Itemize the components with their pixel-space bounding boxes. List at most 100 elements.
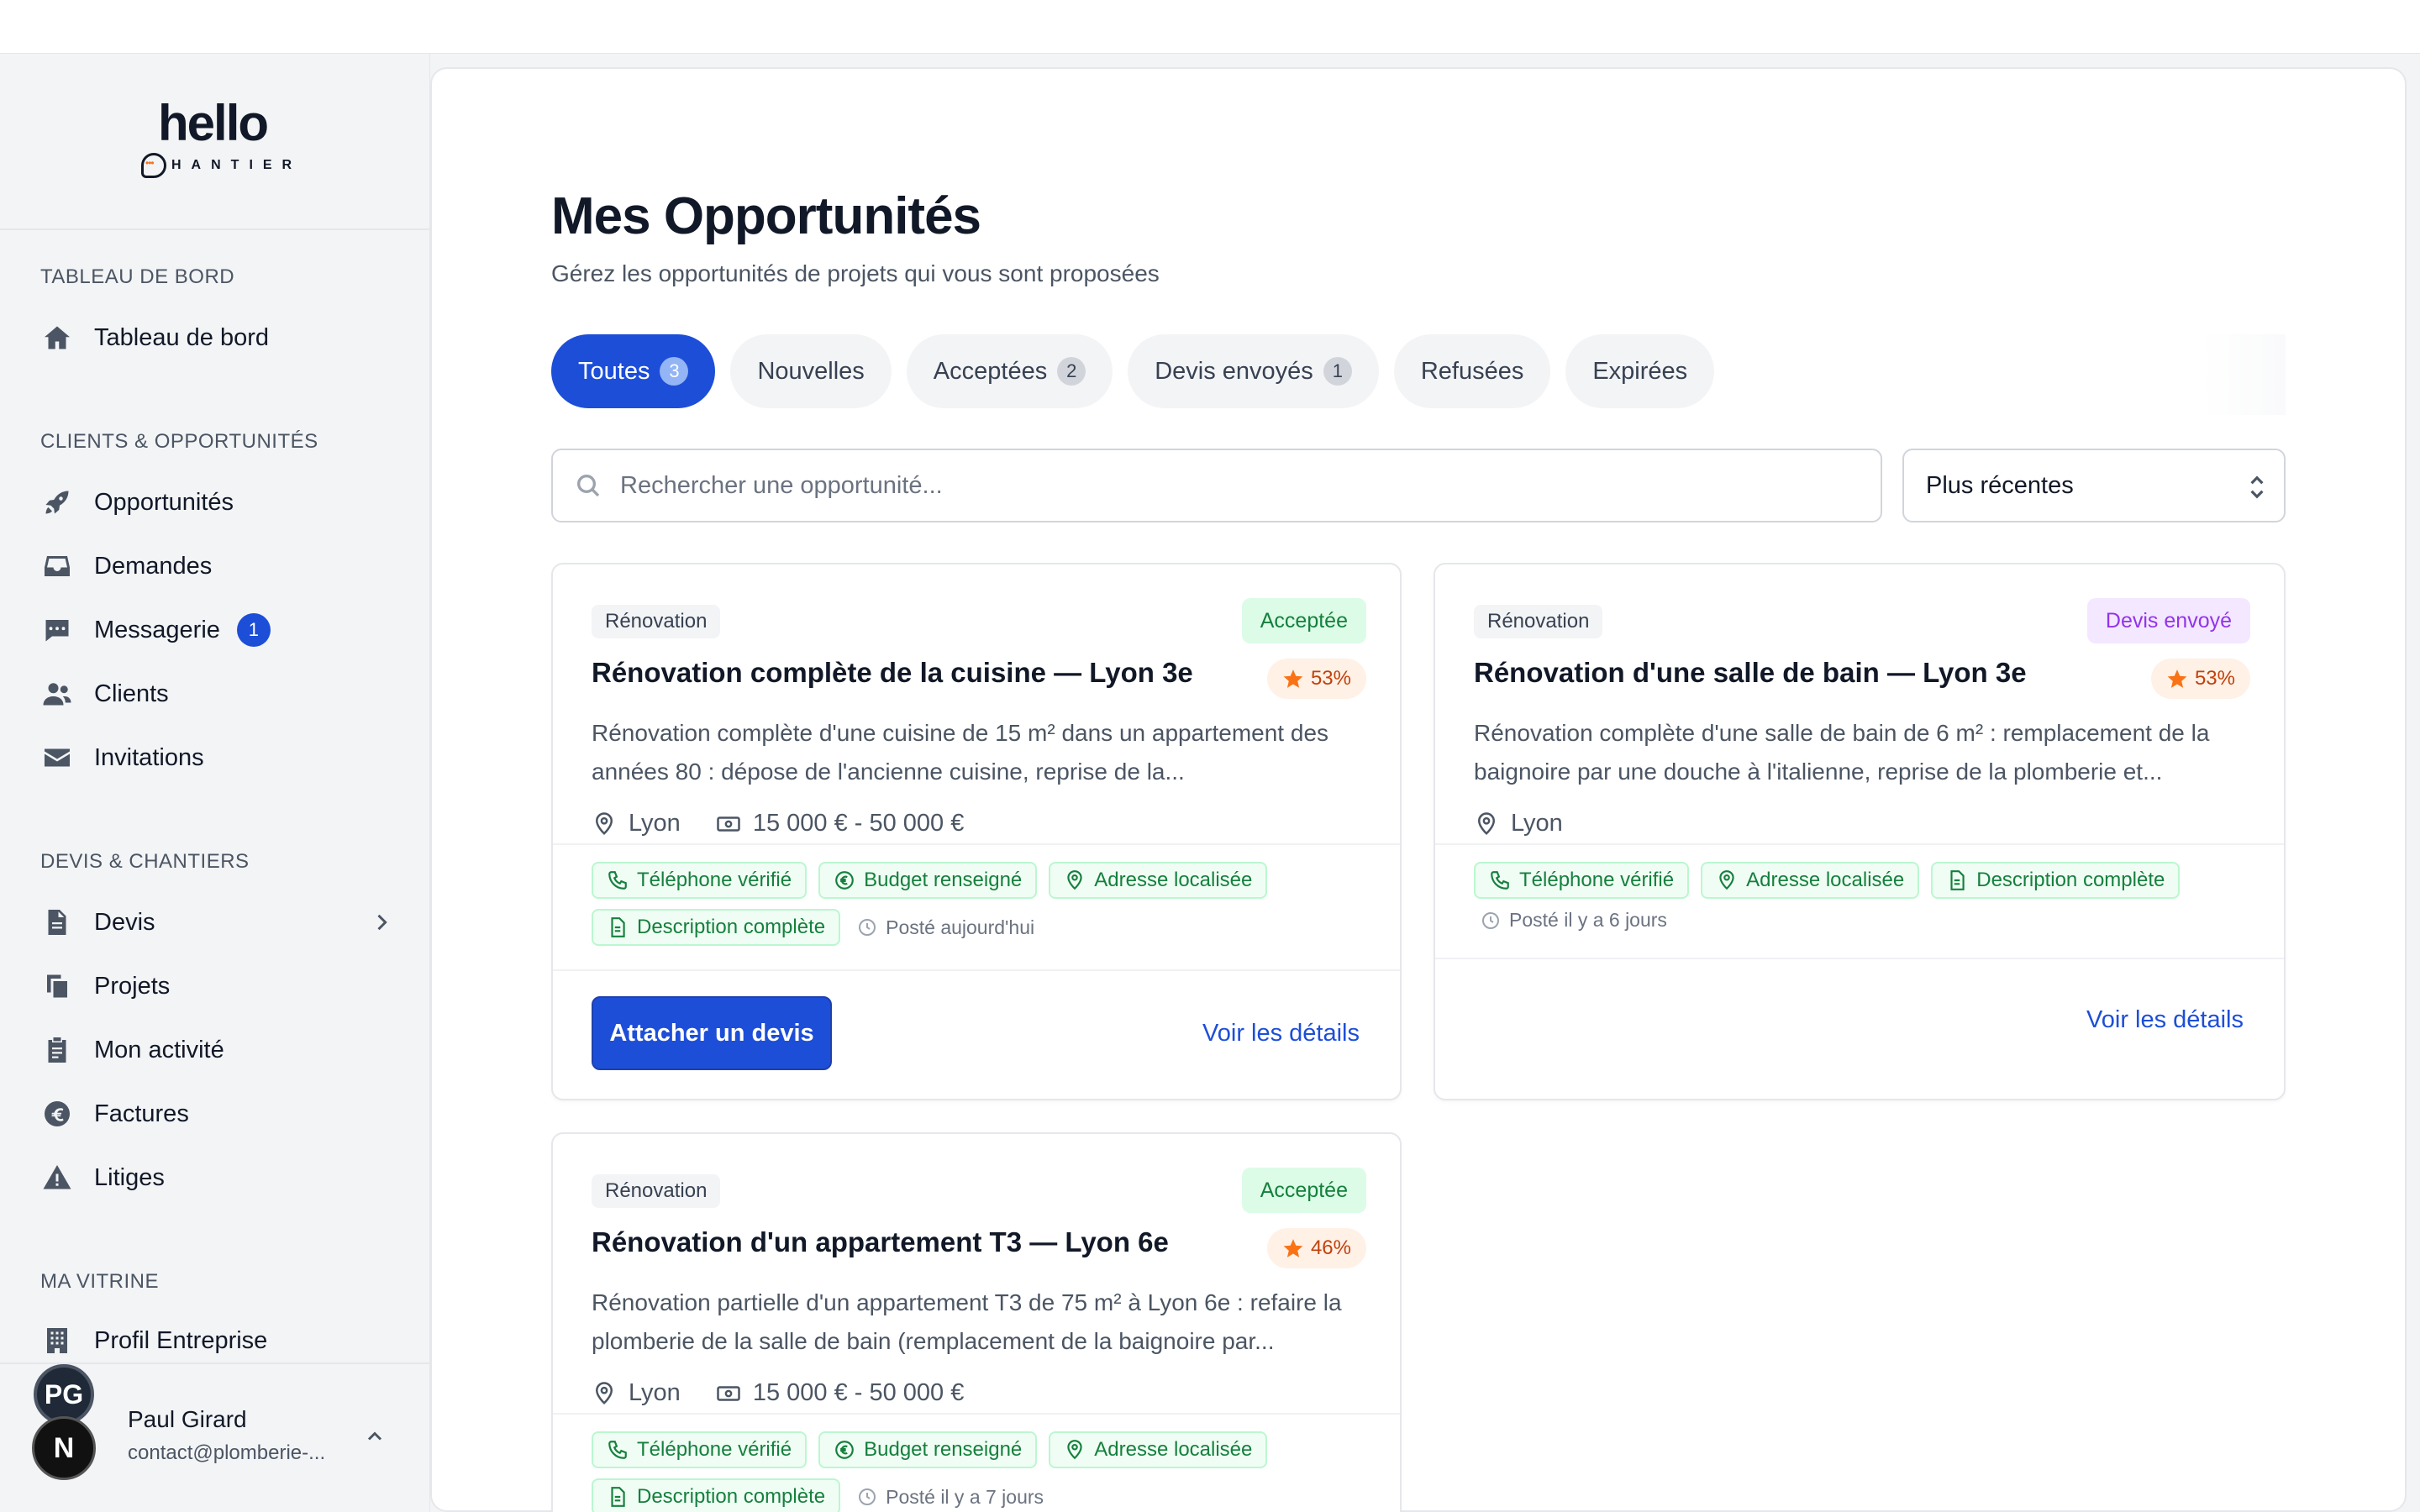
verification-chips: Téléphone vérifié Adresse localisée Desc… — [1474, 862, 2230, 932]
verification-chips: Téléphone vérifié Budget renseigné Adres… — [592, 1431, 1348, 1512]
sidebar-item-label: Mon activité — [94, 1036, 224, 1063]
tab-new[interactable]: Nouvelles — [730, 334, 892, 408]
card-description: Rénovation complète d'une salle de bain … — [1474, 720, 2210, 785]
clock-icon — [859, 919, 876, 936]
status-badge: Acceptée — [1241, 598, 1366, 643]
warning-icon — [40, 1161, 74, 1194]
category-tag: Rénovation — [592, 1174, 721, 1208]
sidebar-item-label: Invitations — [94, 743, 204, 771]
file-text-icon — [1950, 870, 1965, 890]
star-icon — [2167, 669, 2187, 688]
chat-icon — [40, 613, 74, 647]
euro-icon — [40, 1097, 74, 1131]
chip-description: Description complète — [592, 1478, 841, 1512]
sidebar-item-dashboard[interactable]: Tableau de bord — [40, 314, 393, 361]
chip-description: Description complète — [1931, 862, 2181, 899]
tab-expired[interactable]: Expirées — [1565, 334, 1715, 408]
chevron-up-down-icon — [2250, 475, 2264, 499]
sidebar-item-company-profile[interactable]: Profil Entreprise — [40, 1317, 393, 1364]
map-pin-icon — [1477, 811, 1496, 835]
match-score: 53% — [1266, 659, 1366, 699]
sidebar-item-disputes[interactable]: Litiges — [40, 1154, 393, 1201]
sort-select[interactable]: Plus récentes — [1902, 449, 2286, 522]
sidebar-item-invoices[interactable]: Factures — [40, 1090, 393, 1137]
opportunity-card[interactable]: Rénovation Devis envoyé Rénovation d'une… — [1434, 563, 2286, 1100]
card-budget: 15 000 € - 50 000 € — [752, 810, 965, 837]
euro-circle-icon — [835, 1441, 854, 1459]
sidebar-item-label: Messagerie — [94, 616, 220, 643]
sidebar-item-requests[interactable]: Demandes — [40, 543, 393, 590]
tab-quotes-sent[interactable]: Devis envoyés 1 — [1128, 334, 1379, 408]
framework-dev-badge[interactable]: N — [32, 1416, 96, 1480]
chip-address: Adresse localisée — [1049, 1431, 1268, 1468]
sidebar-item-quotes[interactable]: Devis — [40, 899, 393, 946]
clipboard-icon — [40, 1033, 74, 1067]
chip-budget: Budget renseigné — [818, 1431, 1038, 1468]
chip-address: Adresse localisée — [1701, 862, 1920, 899]
star-icon — [1283, 1239, 1303, 1257]
posted-time: Posté il y a 7 jours — [857, 1486, 1044, 1509]
posted-time: Posté aujourd'hui — [857, 916, 1034, 939]
card-title[interactable]: Rénovation d'un appartement T3 — Lyon 6e — [592, 1226, 1169, 1258]
copy-icon — [40, 969, 74, 1003]
chip-description: Description complète — [592, 909, 841, 946]
file-icon — [40, 906, 74, 939]
sidebar-item-opportunities[interactable]: Opportunités — [40, 479, 393, 526]
card-meta: Lyon 15 000 € - 50 000 € — [592, 810, 964, 837]
euro-circle-icon — [835, 871, 854, 890]
search-box[interactable] — [551, 449, 1882, 522]
card-budget: 15 000 € - 50 000 € — [752, 1379, 965, 1406]
tab-accepted[interactable]: Acceptées 2 — [906, 334, 1113, 408]
brand-logo[interactable]: hello HANTIER — [134, 94, 302, 178]
attach-quote-button[interactable]: Attacher un devis — [592, 996, 832, 1070]
sidebar-item-clients[interactable]: Clients — [40, 670, 393, 717]
chip-phone-verified: Téléphone vérifié — [592, 862, 808, 899]
verification-chips: Téléphone vérifié Budget renseigné Adres… — [592, 862, 1348, 946]
phone-icon — [608, 871, 627, 890]
inbox-icon — [40, 549, 74, 583]
chevron-up-icon[interactable] — [363, 1425, 387, 1448]
card-city: Lyon — [629, 1379, 681, 1406]
sidebar-item-projects[interactable]: Projets — [40, 963, 393, 1010]
map-pin-icon — [595, 811, 613, 835]
home-icon — [40, 321, 74, 354]
card-description: Rénovation partielle d'un appartement T3… — [592, 1289, 1342, 1354]
card-title[interactable]: Rénovation d'une salle de bain — Lyon 3e — [1474, 657, 2027, 689]
sidebar-item-messages[interactable]: Messagerie 1 — [40, 606, 393, 654]
chip-address: Adresse localisée — [1049, 862, 1268, 899]
tab-count: 1 — [1323, 357, 1352, 386]
opportunity-card[interactable]: Rénovation Acceptée Rénovation d'un appa… — [551, 1132, 1402, 1512]
sidebar-item-label: Devis — [94, 908, 155, 936]
clock-icon — [859, 1488, 876, 1505]
sidebar-item-label: Factures — [94, 1100, 189, 1127]
card-description: Rénovation complète d'une cuisine de 15 … — [592, 720, 1329, 785]
match-score: 46% — [1266, 1228, 1366, 1268]
phone-icon — [608, 1441, 627, 1459]
card-title[interactable]: Rénovation complète de la cuisine — Lyon… — [592, 657, 1193, 689]
status-badge: Devis envoyé — [2086, 598, 2250, 643]
search-input[interactable] — [620, 471, 1797, 500]
clock-icon — [1482, 911, 1499, 929]
tab-all[interactable]: Toutes 3 — [551, 334, 716, 408]
sort-value: Plus récentes — [1926, 471, 2074, 499]
users-icon — [40, 677, 74, 711]
card-city: Lyon — [1511, 810, 1563, 837]
view-details-link[interactable]: Voir les détails — [1202, 1020, 1360, 1047]
sidebar-section-clients: CLIENTS & OPPORTUNITÉS — [40, 430, 318, 453]
star-icon — [1283, 669, 1303, 688]
card-meta: Lyon — [1474, 810, 1563, 837]
sidebar-item-label: Profil Entreprise — [94, 1326, 268, 1354]
sidebar-item-invitations[interactable]: Invitations — [40, 734, 393, 781]
page-title: Mes Opportunités — [551, 187, 981, 245]
category-tag: Rénovation — [1474, 605, 1603, 638]
view-details-link[interactable]: Voir les détails — [2086, 1006, 2244, 1034]
sidebar-item-activity[interactable]: Mon activité — [40, 1026, 393, 1074]
rocket-icon — [40, 486, 74, 519]
sidebar-item-label: Clients — [94, 680, 169, 707]
building-icon — [40, 1324, 74, 1357]
opportunity-card[interactable]: Rénovation Acceptée Rénovation complète … — [551, 563, 1402, 1100]
sidebar-divider — [0, 228, 429, 230]
file-text-icon — [611, 917, 625, 937]
banknote-icon — [717, 816, 740, 832]
tab-refused[interactable]: Refusées — [1393, 334, 1551, 408]
